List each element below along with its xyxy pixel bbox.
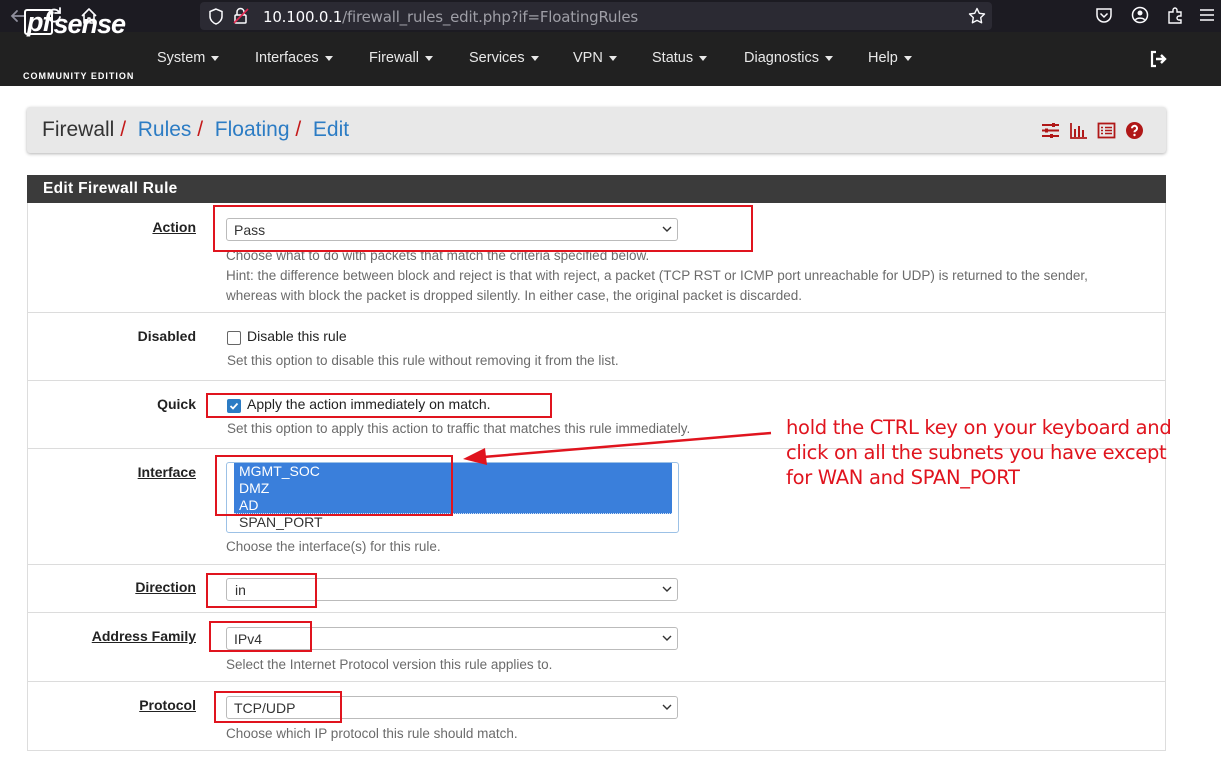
address-family-label: Address Family: [91, 628, 196, 644]
row-divider: [28, 612, 1165, 613]
annotation-arrow: [463, 431, 772, 465]
url-text: 10.100.0.1/firewall_rules_edit.php?if=Fl…: [263, 8, 638, 26]
row-divider: [28, 380, 1165, 381]
breadcrumb-separator: /: [120, 118, 127, 141]
protocol-help: Choose which IP protocol this rule shoul…: [226, 726, 518, 741]
bar-chart-icon[interactable]: [1069, 121, 1088, 140]
breadcrumb-shortcuts: [1041, 121, 1144, 140]
logout-icon[interactable]: [1148, 49, 1168, 69]
menu-vpn[interactable]: VPN: [573, 50, 617, 66]
breadcrumb-root: Firewall: [42, 118, 115, 141]
chevron-down-icon: [662, 635, 672, 641]
annotation-box-direction: [206, 573, 317, 608]
action-label: Action: [152, 219, 196, 235]
interface-label: Interface: [137, 464, 196, 480]
action-hint: Hint: the difference between block and r…: [226, 268, 1088, 283]
menu-diagnostics[interactable]: Diagnostics: [744, 50, 833, 66]
annotation-box-interface: [215, 455, 453, 516]
direction-label: Direction: [135, 579, 196, 595]
extensions-icon[interactable]: [1166, 6, 1184, 29]
caret-down-icon: [608, 55, 617, 61]
annotation-line: click on all the subnets you have except: [786, 441, 1167, 464]
protocol-label: Protocol: [139, 697, 196, 713]
panel-header: Edit Firewall Rule: [27, 175, 1166, 203]
menu-services[interactable]: Services: [469, 50, 539, 66]
address-bar[interactable]: 10.100.0.1/firewall_rules_edit.php?if=Fl…: [200, 2, 992, 30]
logo-edition-label: COMMUNITY EDITION: [23, 71, 135, 81]
chevron-down-icon: [662, 586, 672, 592]
quick-label: Quick: [157, 396, 196, 412]
address-family-help: Select the Internet Protocol version thi…: [226, 657, 553, 672]
annotation-box-protocol: [214, 691, 342, 723]
breadcrumb-line: Firewall / Rules / Floating / Edit: [42, 118, 349, 142]
row-divider: [28, 681, 1165, 682]
breadcrumb-link-floating[interactable]: Floating: [215, 118, 290, 141]
insecure-lock-icon[interactable]: [232, 7, 250, 30]
annotation-box-action: [213, 205, 753, 252]
menu-system[interactable]: System: [157, 50, 220, 66]
menu-status[interactable]: Status: [652, 50, 708, 66]
menu-interfaces[interactable]: Interfaces: [255, 50, 333, 66]
breadcrumb: Firewall / Rules / Floating / Edit: [27, 107, 1166, 153]
caret-down-icon: [699, 55, 708, 61]
list-log-icon[interactable]: [1097, 121, 1116, 140]
disable-rule-checkbox[interactable]: [227, 331, 241, 345]
annotation-line: hold the CTRL key on your keyboard and: [786, 416, 1172, 439]
menu-help[interactable]: Help: [868, 50, 912, 66]
row-divider: [28, 312, 1165, 313]
chevron-down-icon: [662, 704, 672, 710]
panel-title: Edit Firewall Rule: [43, 180, 178, 197]
pfsense-logo[interactable]: pf sense: [24, 9, 126, 40]
breadcrumb-separator: /: [295, 118, 302, 141]
disabled-label: Disabled: [137, 328, 196, 344]
shield-icon[interactable]: [208, 8, 224, 30]
bookmark-star-icon[interactable]: [968, 7, 986, 30]
annotation-box-quick: [206, 393, 552, 418]
annotation-box-address-family: [209, 621, 312, 652]
disable-rule-checkbox-label[interactable]: Disable this rule: [247, 328, 347, 344]
breadcrumb-link-edit[interactable]: Edit: [313, 118, 349, 141]
breadcrumb-separator: /: [197, 118, 204, 141]
interface-help: Choose the interface(s) for this rule.: [226, 539, 441, 554]
account-icon[interactable]: [1131, 6, 1149, 29]
row-divider: [28, 564, 1165, 565]
menu-firewall[interactable]: Firewall: [369, 50, 433, 66]
caret-down-icon: [530, 55, 539, 61]
caret-down-icon: [324, 55, 333, 61]
hamburger-menu-icon[interactable]: [1199, 6, 1215, 29]
disabled-help: Set this option to disable this rule wit…: [227, 353, 619, 368]
caret-down-icon: [824, 55, 833, 61]
caret-down-icon: [903, 55, 912, 61]
annotation-line: for WAN and SPAN_PORT: [786, 466, 1020, 489]
annotation-note: hold the CTRL key on your keyboard and c…: [786, 415, 1172, 490]
sliders-icon[interactable]: [1041, 121, 1060, 140]
help-question-icon[interactable]: [1125, 121, 1144, 140]
breadcrumb-link-rules[interactable]: Rules: [138, 118, 192, 141]
pocket-icon[interactable]: [1095, 6, 1113, 29]
caret-down-icon: [211, 55, 220, 61]
interface-option-span-port[interactable]: SPAN_PORT: [234, 514, 672, 531]
caret-down-icon: [424, 55, 433, 61]
action-hint-cont: whereas with block the packet is dropped…: [226, 288, 803, 303]
